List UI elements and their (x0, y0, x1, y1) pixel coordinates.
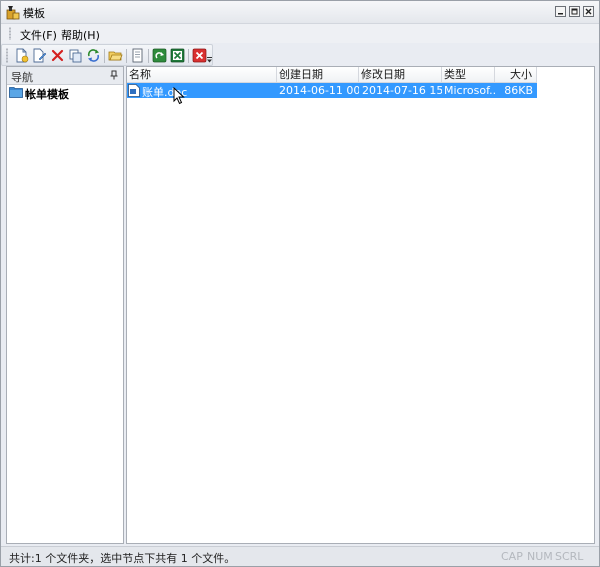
nav-title: 导航 (11, 71, 33, 84)
toolbar (1, 44, 213, 66)
toolbar-separator (148, 49, 149, 63)
close-window-button[interactable] (583, 6, 594, 17)
nav-item-label: 帐单模板 (25, 88, 69, 101)
menu-file[interactable]: 文件(F) (18, 27, 59, 43)
toolbar-grip[interactable] (6, 48, 8, 63)
toolbar-separator (188, 49, 189, 63)
cell-created: 2014-06-11 00:00 (279, 84, 359, 97)
cap-indicator: CAP (501, 550, 523, 563)
close-window-icon (585, 8, 592, 15)
table-row[interactable]: 账单.doc 2014-06-11 00:00 2014-07-16 15:47… (127, 83, 537, 99)
menu-help[interactable]: 帮助(H) (59, 27, 102, 43)
status-bar: 共计:1 个文件夹，选中节点下共有 1 个文件。 CAP NUM SCRL (1, 546, 599, 566)
cell-modified: 2014-07-16 15:47 (362, 84, 442, 97)
column-header-created[interactable]: 创建日期 (277, 67, 359, 83)
close-icon[interactable] (192, 48, 207, 63)
column-header-modified[interactable]: 修改日期 (359, 67, 442, 83)
column-header-name[interactable]: 名称 (127, 67, 277, 83)
chevron-down-icon[interactable] (207, 57, 212, 63)
new-doc-icon[interactable] (14, 48, 29, 63)
status-text: 共计:1 个文件夹，选中节点下共有 1 个文件。 (9, 552, 236, 565)
minimize-icon (558, 13, 563, 15)
folder-icon (9, 87, 23, 98)
toolbar-separator (104, 49, 105, 63)
column-header-type[interactable]: 类型 (442, 67, 495, 83)
cell-size: 86KB (504, 84, 533, 97)
mouse-cursor-icon (173, 87, 185, 105)
refresh-icon[interactable] (86, 48, 101, 63)
app-window: 模板 文件(F) 帮助(H) 导航 帐单模板 名称 创建日期 修改日期 类型 大… (0, 0, 600, 567)
open-folder-icon[interactable] (108, 48, 123, 63)
window-title: 模板 (23, 7, 45, 20)
menu-bar: 文件(F) 帮助(H) (1, 24, 599, 43)
minimize-button[interactable] (555, 6, 566, 17)
app-icon (6, 6, 20, 20)
nav-item-bill-template[interactable]: 帐单模板 (7, 85, 123, 101)
maximize-button[interactable] (569, 6, 580, 17)
delete-icon[interactable] (50, 48, 65, 63)
file-list: 名称 创建日期 修改日期 类型 大小 账单.doc 2014-06-11 00:… (126, 66, 595, 544)
scrl-indicator: SCRL (555, 550, 584, 563)
pin-icon[interactable] (109, 70, 119, 80)
toolbar-separator (126, 49, 127, 63)
copy-icon[interactable] (68, 48, 83, 63)
cell-type: Microsof... (444, 84, 496, 97)
menu-grip[interactable] (9, 27, 11, 40)
cell-name: 账单.doc (142, 86, 188, 99)
nav-header: 导航 (7, 67, 123, 85)
navigation-panel: 导航 帐单模板 (6, 66, 124, 544)
title-bar: 模板 (1, 1, 599, 24)
column-header-size[interactable]: 大小 (495, 67, 537, 83)
doc-file-icon (128, 84, 140, 97)
word-icon[interactable] (152, 48, 167, 63)
num-indicator: NUM (527, 550, 553, 563)
edit-doc-icon[interactable] (32, 48, 47, 63)
maximize-icon (571, 8, 578, 15)
document-icon[interactable] (130, 48, 145, 63)
excel-icon[interactable] (170, 48, 185, 63)
